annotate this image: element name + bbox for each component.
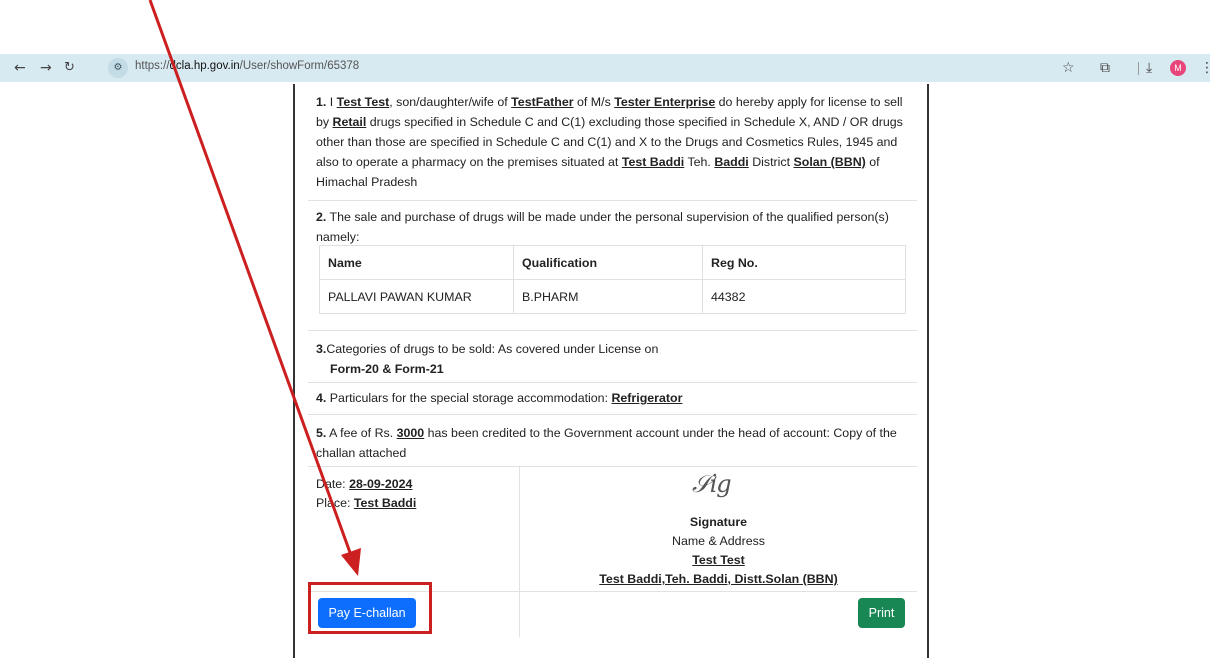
premises: Test Baddi <box>621 155 685 169</box>
back-icon[interactable]: ← <box>14 59 26 77</box>
highlight-box <box>308 582 432 634</box>
reload-icon[interactable]: ↻ <box>64 59 75 77</box>
url-text[interactable]: https://dcla.hp.gov.in/User/showForm/653… <box>135 60 359 72</box>
signature-cell: 𝒮ig Signature Name & Address Test Test T… <box>520 467 917 591</box>
section-3: 3.Categories of drugs to be sold: As cov… <box>308 330 917 382</box>
date-line: Date: 28-09-2024 <box>316 477 413 491</box>
father-name: TestFather <box>511 95 574 109</box>
person-name: PALLAVI PAWAN KUMAR <box>319 279 514 314</box>
table-row: PALLAVI PAWAN KUMAR B.PHARM 44382 <box>319 279 906 314</box>
firm-name: Tester Enterprise <box>614 95 716 109</box>
extensions-icon[interactable]: ⧉ <box>1100 59 1110 77</box>
section-2: 2. The sale and purchase of drugs will b… <box>308 200 917 330</box>
signer-address: Test Baddi,Teh. Baddi, Distt.Solan (BBN) <box>599 572 838 586</box>
place-line: Place: Test Baddi <box>316 496 417 510</box>
section-5: 5. A fee of Rs. 3000 has been credited t… <box>308 414 917 466</box>
column-header: Reg No. <box>702 245 906 280</box>
menu-icon[interactable]: ⋮ <box>1200 59 1210 77</box>
column-header: Name <box>319 245 514 280</box>
section-4: 4. Particulars for the special storage a… <box>308 382 917 414</box>
license-form: 1. I Test Test, son/daughter/wife of Tes… <box>293 84 929 658</box>
license-forms: Form-20 & Form-21 <box>330 362 444 376</box>
applicant-name: Test Test <box>336 95 390 109</box>
forward-icon[interactable]: → <box>40 59 52 77</box>
person-qualification: B.PHARM <box>513 279 703 314</box>
signature-image: 𝒮ig <box>692 470 732 498</box>
print-button[interactable]: Print <box>858 598 905 628</box>
browser-toolbar: ← → ↻ ⚙ https://dcla.hp.gov.in/User/show… <box>0 54 1210 82</box>
section-1: 1. I Test Test, son/daughter/wife of Tes… <box>316 95 903 189</box>
site-info-icon[interactable]: ⚙ <box>108 58 128 78</box>
place-value: Test Baddi <box>353 496 417 510</box>
profile-avatar[interactable]: M <box>1170 60 1186 76</box>
name-address-label: Name & Address <box>672 534 765 548</box>
fee-amount: 3000 <box>396 426 425 440</box>
table-header-row: Name Qualification Reg No. <box>319 245 906 280</box>
tehsil: Baddi <box>714 155 749 169</box>
date-value: 28-09-2024 <box>349 477 413 491</box>
qualified-persons-table: Name Qualification Reg No. PALLAVI PAWAN… <box>319 245 906 314</box>
signer-name: Test Test <box>692 553 745 567</box>
column-header: Qualification <box>513 245 703 280</box>
district: Solan (BBN) <box>793 155 866 169</box>
sale-type: Retail <box>332 115 367 129</box>
download-icon[interactable]: ⤓ <box>1146 59 1152 77</box>
star-icon[interactable]: ☆ <box>1062 59 1075 77</box>
person-reg-no: 44382 <box>702 279 906 314</box>
storage-type: Refrigerator <box>611 391 683 405</box>
toolbar-divider <box>1138 62 1139 75</box>
signature-label: Signature <box>689 515 748 529</box>
